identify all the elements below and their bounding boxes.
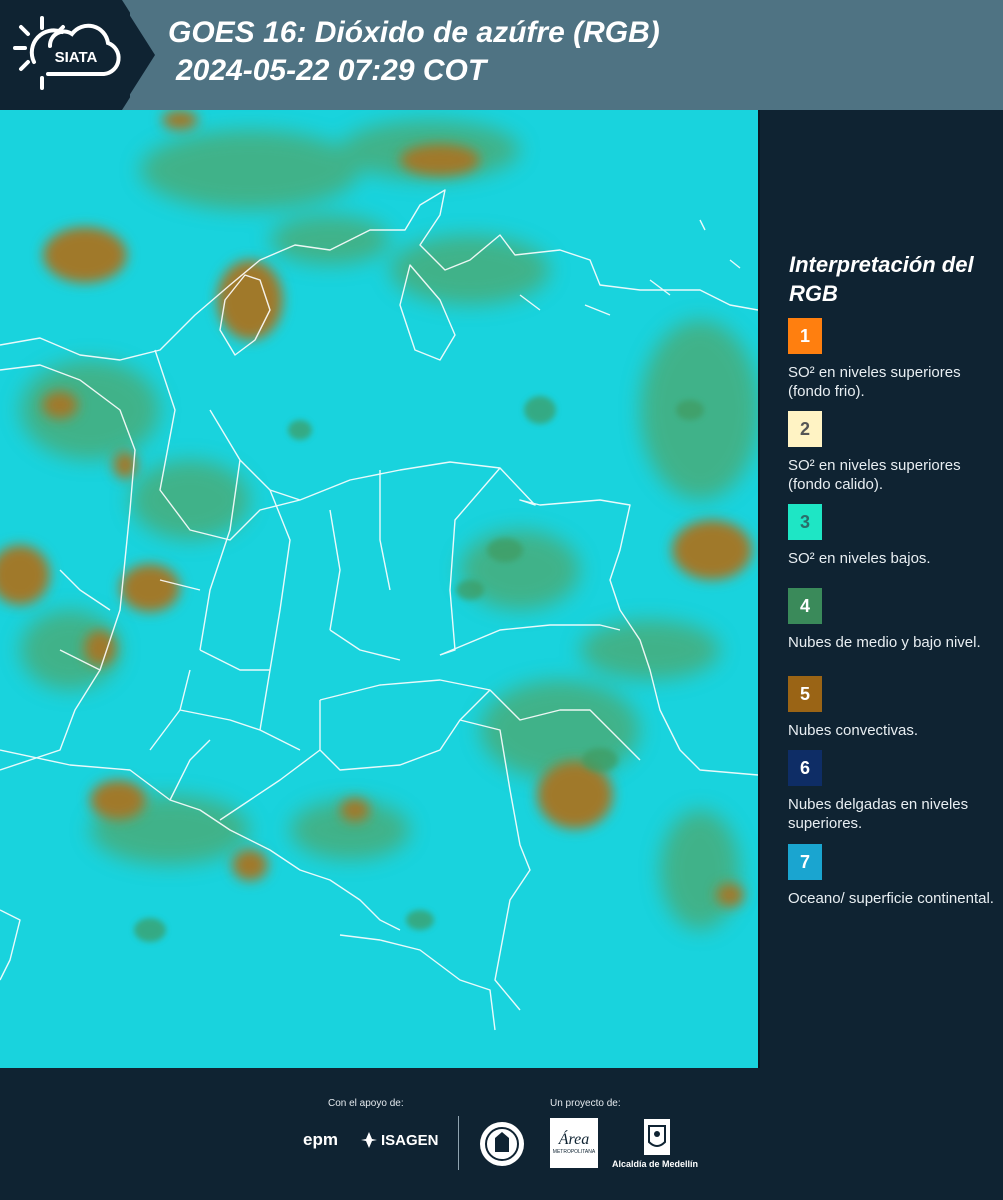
page-title: GOES 16: Dióxido de azúfre (RGB)	[168, 16, 660, 49]
satellite-image	[0, 110, 758, 1068]
header: SIATA GOES 16: Dióxido de azúfre (RGB) 2…	[0, 0, 1003, 110]
satellite-map[interactable]	[0, 110, 758, 1068]
legend-label: Nubes delgadas en niveles superiores.	[788, 796, 969, 832]
area-logo-text: Área	[558, 1131, 590, 1148]
legend-label: SO² en niveles bajos.	[788, 550, 931, 567]
legend-item: 3 SO² en niveles bajos.	[788, 504, 998, 568]
legend-label: Oceano/ superficie continental.	[788, 890, 994, 907]
support-label: Con el apoyo de:	[328, 1098, 404, 1109]
epm-logo: epm	[303, 1130, 338, 1149]
legend-label: Nubes de medio y bajo nivel.	[788, 634, 981, 651]
legend-label: SO² en niveles superiores (fondo frio).	[788, 364, 961, 400]
timestamp: 2024-05-22 07:29 COT	[176, 54, 487, 87]
area-logo-sub: METROPOLITANA	[552, 1149, 596, 1155]
legend-item: 4 Nubes de medio y bajo nivel.	[788, 588, 998, 652]
legend-panel: Interpretación del RGB 1 SO² en niveles s…	[760, 110, 1003, 1068]
legend-swatch: 3	[788, 504, 822, 540]
project-label: Un proyecto de:	[550, 1098, 621, 1109]
isagen-logo: ISAGEN	[360, 1131, 439, 1149]
medellin-logo-text: Alcaldía de Medellín	[612, 1159, 699, 1169]
legend-item: 6 Nubes delgadas en niveles superiores.	[788, 750, 998, 833]
footer-separator	[458, 1116, 459, 1170]
svg-text:SIATA: SIATA	[55, 49, 98, 66]
legend-label: SO² en niveles superiores (fondo calido)…	[788, 457, 961, 493]
legend-item: 2 SO² en niveles superiores (fondo calido…	[788, 411, 998, 494]
legend-swatch: 2	[788, 411, 822, 447]
medellin-shield-icon	[644, 1119, 670, 1155]
medellin-seal-icon	[480, 1122, 524, 1166]
legend-item: 1 SO² en niveles superiores (fondo frio).	[788, 318, 998, 401]
legend-label: Nubes convectivas.	[788, 722, 919, 739]
footer: Con el apoyo de: Un proyecto de: epm ISA…	[0, 1068, 1003, 1200]
area-metropolitana-logo: Área METROPOLITANA	[550, 1118, 598, 1168]
siata-logo: SIATA	[13, 16, 121, 90]
isagen-icon	[361, 1132, 377, 1148]
legend-swatch: 5	[788, 676, 822, 712]
legend-swatch: 7	[788, 844, 822, 880]
legend-swatch: 4	[788, 588, 822, 624]
legend-title: Interpretación del RGB	[789, 252, 974, 306]
legend-item: 7 Oceano/ superficie continental.	[788, 844, 998, 908]
legend-swatch: 1	[788, 318, 822, 354]
legend-swatch: 6	[788, 750, 822, 786]
legend-item: 5 Nubes convectivas.	[788, 676, 998, 740]
isagen-text: ISAGEN	[381, 1131, 439, 1149]
